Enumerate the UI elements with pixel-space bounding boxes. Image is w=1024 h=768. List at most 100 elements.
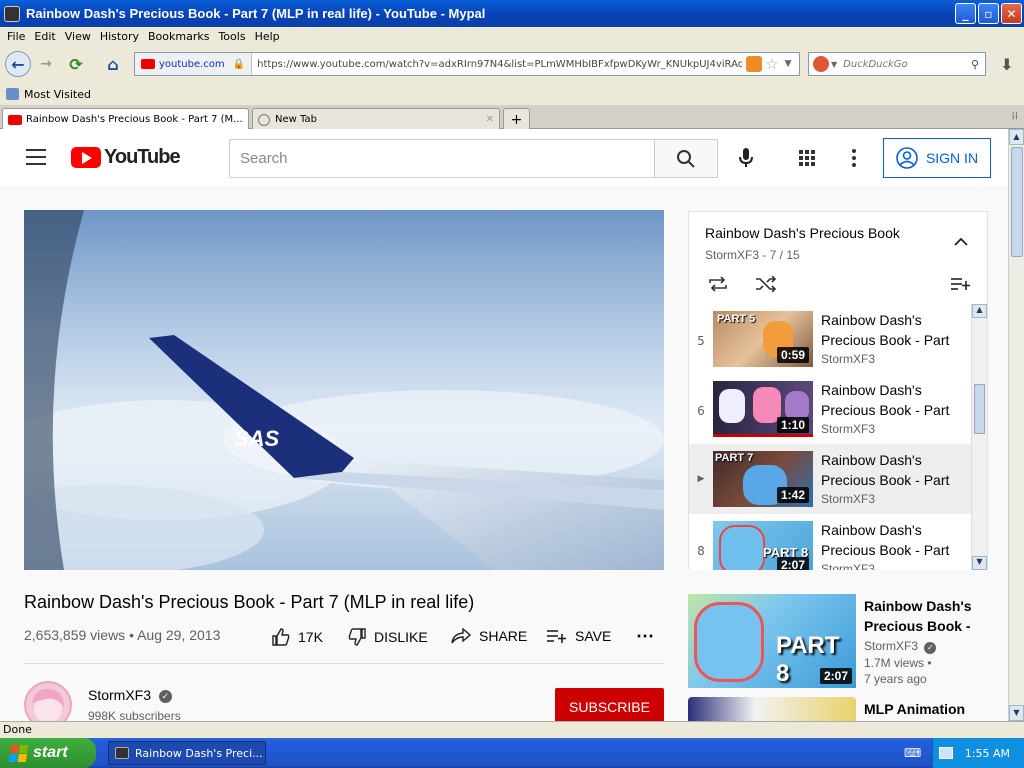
dislike-button[interactable]: DISLIKE — [348, 628, 428, 646]
taskbar-item-browser[interactable]: Rainbow Dash's Preci... — [108, 741, 266, 765]
start-button[interactable]: start — [0, 738, 96, 768]
shuffle-icon[interactable] — [755, 275, 777, 295]
tab-list-icon[interactable]: ⁞⁞ — [1012, 111, 1018, 122]
playlist-item[interactable]: 8 PART 8 2:07 Rainbow Dash's Precious Bo… — [689, 514, 971, 570]
playlist-scrollbar[interactable]: ▲ ▼ — [971, 304, 987, 570]
download-button[interactable]: ⬇ — [994, 51, 1020, 77]
duration-badge: 1:10 — [776, 417, 809, 433]
more-options-icon[interactable] — [852, 149, 856, 167]
duckduckgo-icon[interactable] — [813, 56, 829, 72]
tab-close-icon[interactable]: ✕ — [243, 114, 248, 125]
scroll-up-arrow-icon[interactable]: ▲ — [1009, 129, 1024, 145]
recommended-title[interactable]: MLP Animation — [864, 701, 965, 717]
playlist-item-title[interactable]: Rainbow Dash's Precious Book - Part — [821, 450, 961, 490]
minimize-button[interactable]: _ — [955, 3, 976, 24]
more-actions-icon[interactable]: ⋯ — [636, 626, 654, 647]
microphone-icon[interactable] — [738, 148, 754, 171]
playlist-item-thumbnail[interactable]: PART 5 0:59 — [713, 311, 813, 367]
channel-name[interactable]: StormXF3 ✓ — [88, 687, 172, 703]
playlist-scroll-thumb[interactable] — [974, 384, 985, 434]
bookmarks-toolbar: Most Visited — [0, 83, 1024, 105]
playlist-item-title[interactable]: Rainbow Dash's Precious Book - Part — [821, 520, 961, 560]
video-player[interactable]: SAS — [24, 210, 664, 570]
playlist-title[interactable]: Rainbow Dash's Precious Book — [705, 225, 900, 241]
most-visited-bookmark[interactable]: Most Visited — [24, 88, 91, 101]
site-identity[interactable]: youtube.com 🔒 — [135, 53, 253, 75]
site-identity-label: youtube.com — [159, 58, 225, 70]
channel-avatar[interactable] — [24, 681, 72, 721]
video-views-date: 2,653,859 views • Aug 29, 2013 — [24, 627, 221, 643]
subscriber-count: 998K subscribers — [88, 709, 181, 721]
home-button[interactable]: ⌂ — [100, 51, 126, 77]
playlist-item[interactable]: 5 PART 5 0:59 Rainbow Dash's Precious Bo… — [689, 304, 971, 374]
tab-close-icon[interactable]: ✕ — [486, 114, 494, 125]
forward-button[interactable]: → — [33, 51, 59, 77]
scroll-down-arrow-icon[interactable]: ▼ — [972, 556, 987, 570]
keyboard-tray-icon[interactable]: ⌨ — [904, 746, 921, 760]
recommended-thumbnail[interactable]: PART 8 2:07 — [688, 594, 856, 688]
maximize-button[interactable]: ▫ — [978, 3, 999, 24]
share-button[interactable]: SHARE — [451, 628, 527, 644]
scroll-up-arrow-icon[interactable]: ▲ — [972, 304, 987, 318]
search-engine-input[interactable] — [843, 58, 964, 70]
youtube-logo[interactable]: YouTube — [71, 146, 181, 169]
playlist-add-icon[interactable] — [951, 277, 971, 294]
network-tray-icon[interactable] — [938, 747, 953, 759]
title-bar: Rainbow Dash's Precious Book - Part 7 (M… — [0, 0, 1024, 27]
loop-icon[interactable] — [707, 276, 729, 295]
youtube-search-button[interactable] — [654, 139, 718, 178]
thumb-part-label: PART 7 — [715, 452, 754, 464]
page-scrollbar[interactable]: ▲ ▼ — [1008, 129, 1024, 721]
reload-button[interactable]: ⟳ — [63, 51, 89, 77]
playlist-item-thumbnail[interactable]: PART 8 2:07 — [713, 521, 813, 570]
menu-file[interactable]: File — [7, 30, 25, 43]
menu-edit[interactable]: Edit — [34, 30, 55, 43]
youtube-search-input[interactable]: Search — [229, 139, 655, 178]
menu-tools[interactable]: Tools — [218, 30, 245, 43]
url-dropdown-icon[interactable]: ▼ — [785, 59, 792, 69]
back-button[interactable]: ← — [5, 51, 31, 77]
save-button[interactable]: SAVE — [547, 628, 611, 644]
url-text[interactable]: https://www.youtube.com/watch?v=adxRIrn9… — [252, 59, 742, 70]
apps-grid-icon[interactable] — [799, 150, 815, 169]
new-tab-button[interactable]: + — [503, 108, 530, 130]
hamburger-menu-icon[interactable] — [26, 149, 46, 165]
bookmark-folder-icon — [6, 88, 19, 100]
system-tray: 1:55 AM — [932, 738, 1024, 768]
playlist-panel: Rainbow Dash's Precious Book StormXF3 - … — [688, 211, 988, 570]
clock[interactable]: 1:55 AM — [965, 747, 1010, 760]
collapse-chevron-icon[interactable] — [954, 236, 968, 249]
playlist-item-current[interactable]: ▶ PART 7 1:42 Rainbow Dash's Precious Bo… — [689, 444, 971, 514]
search-engine-box[interactable]: ▼ ⚲ — [808, 52, 986, 76]
menu-bookmarks[interactable]: Bookmarks — [148, 30, 209, 43]
youtube-wordmark: YouTube — [104, 146, 181, 168]
menu-view[interactable]: View — [65, 30, 91, 43]
recommended-thumbnail[interactable] — [688, 697, 856, 721]
playlist-item-title[interactable]: Rainbow Dash's Precious Book - Part — [821, 380, 961, 420]
playlist-item[interactable]: 6 1:10 Rainbow Dash's Precious Book - Pa… — [689, 374, 971, 444]
recommended-channel[interactable]: StormXF3 ✓ — [864, 639, 984, 654]
rss-icon[interactable] — [746, 56, 763, 72]
tab-youtube[interactable]: Rainbow Dash's Precious Book - Part 7 (M… — [2, 108, 249, 130]
playlist-items: 5 PART 5 0:59 Rainbow Dash's Precious Bo… — [689, 304, 971, 570]
magnifier-icon[interactable]: ⚲ — [971, 58, 979, 71]
sign-in-button[interactable]: SIGN IN — [883, 138, 991, 178]
page-scroll-thumb[interactable] — [1011, 147, 1023, 257]
like-button[interactable]: 17K — [272, 628, 323, 646]
bookmark-star-icon[interactable]: ☆ — [765, 55, 778, 73]
scroll-down-arrow-icon[interactable]: ▼ — [1009, 705, 1024, 721]
address-bar[interactable]: youtube.com 🔒 https://www.youtube.com/wa… — [134, 52, 800, 76]
tab-new-tab[interactable]: New Tab ✕ — [252, 108, 500, 130]
playlist-item-thumbnail[interactable]: 1:10 — [713, 381, 813, 437]
subscribe-button[interactable]: SUBSCRIBE — [555, 688, 664, 721]
playlist-item-title[interactable]: Rainbow Dash's Precious Book - Part — [821, 310, 961, 350]
recommended-video[interactable]: PART 8 2:07 Rainbow Dash's Precious Book… — [688, 594, 988, 694]
lock-icon: 🔒 — [232, 58, 246, 70]
close-button[interactable]: ✕ — [1001, 3, 1022, 24]
playlist-item-index: 5 — [697, 334, 705, 348]
engine-dropdown-icon[interactable]: ▼ — [831, 60, 837, 69]
playlist-item-thumbnail[interactable]: PART 7 1:42 — [713, 451, 813, 507]
menu-history[interactable]: History — [100, 30, 139, 43]
menu-help[interactable]: Help — [255, 30, 280, 43]
recommended-title[interactable]: Rainbow Dash's Precious Book - — [864, 596, 984, 636]
